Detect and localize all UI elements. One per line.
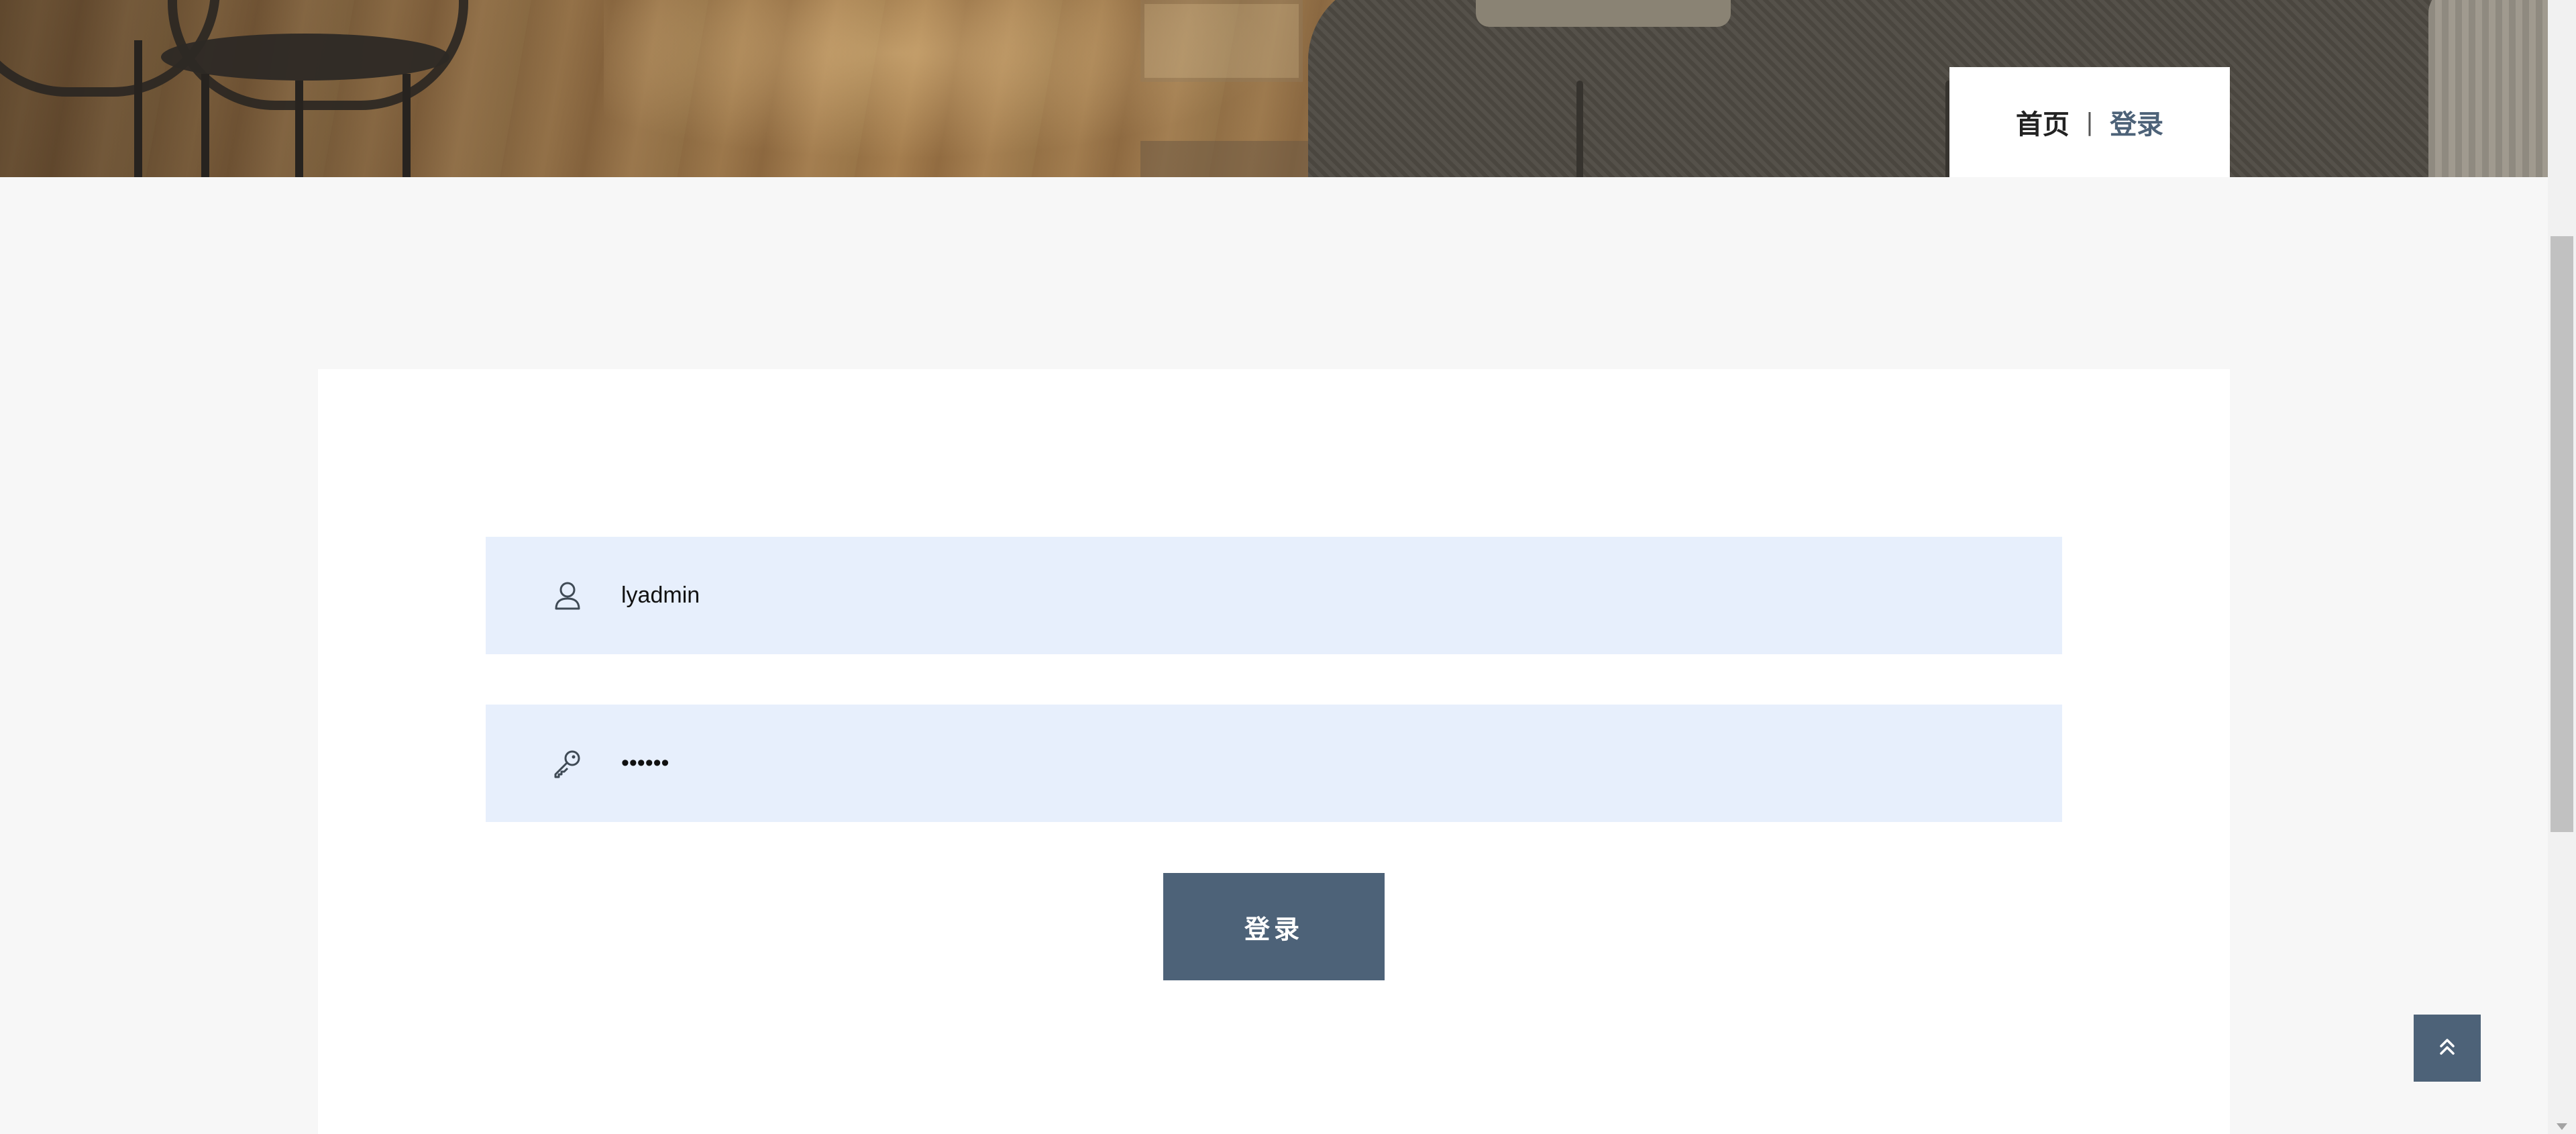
breadcrumb-current: 登录 [2110,109,2164,140]
page-scrollbar[interactable] [2548,0,2576,1134]
hero-pillow [1476,0,1731,27]
scroll-down-arrow-icon[interactable] [2557,1123,2567,1130]
hero-chair-leg [402,74,411,177]
password-field[interactable] [486,705,2062,822]
hero-chair-leg [295,81,303,177]
username-field[interactable] [486,537,2062,654]
breadcrumb-separator: | [2085,108,2094,136]
hero-sofa-seam [1576,81,1583,177]
key-icon [553,749,582,778]
hero-cabinet [1140,0,1303,82]
hero-chair-leg [201,74,209,177]
password-input[interactable] [620,750,1964,777]
breadcrumb-home-link[interactable]: 首页 [2016,103,2070,142]
username-input[interactable] [620,582,1964,609]
scrollbar-thumb[interactable] [2551,236,2573,832]
login-page: 首页 | 登录 登录 [0,0,2576,1134]
user-icon [553,581,582,611]
hero-chair-leg [134,40,142,177]
hero-pillow [2428,0,2548,177]
hero-sofa [1308,0,2462,177]
double-chevron-up-icon [2438,1037,2457,1060]
breadcrumb: 首页 | 登录 [1949,67,2230,177]
login-button[interactable]: 登录 [1163,873,1385,980]
login-card: 登录 [318,369,2230,1134]
back-to-top-button[interactable] [2414,1015,2481,1082]
